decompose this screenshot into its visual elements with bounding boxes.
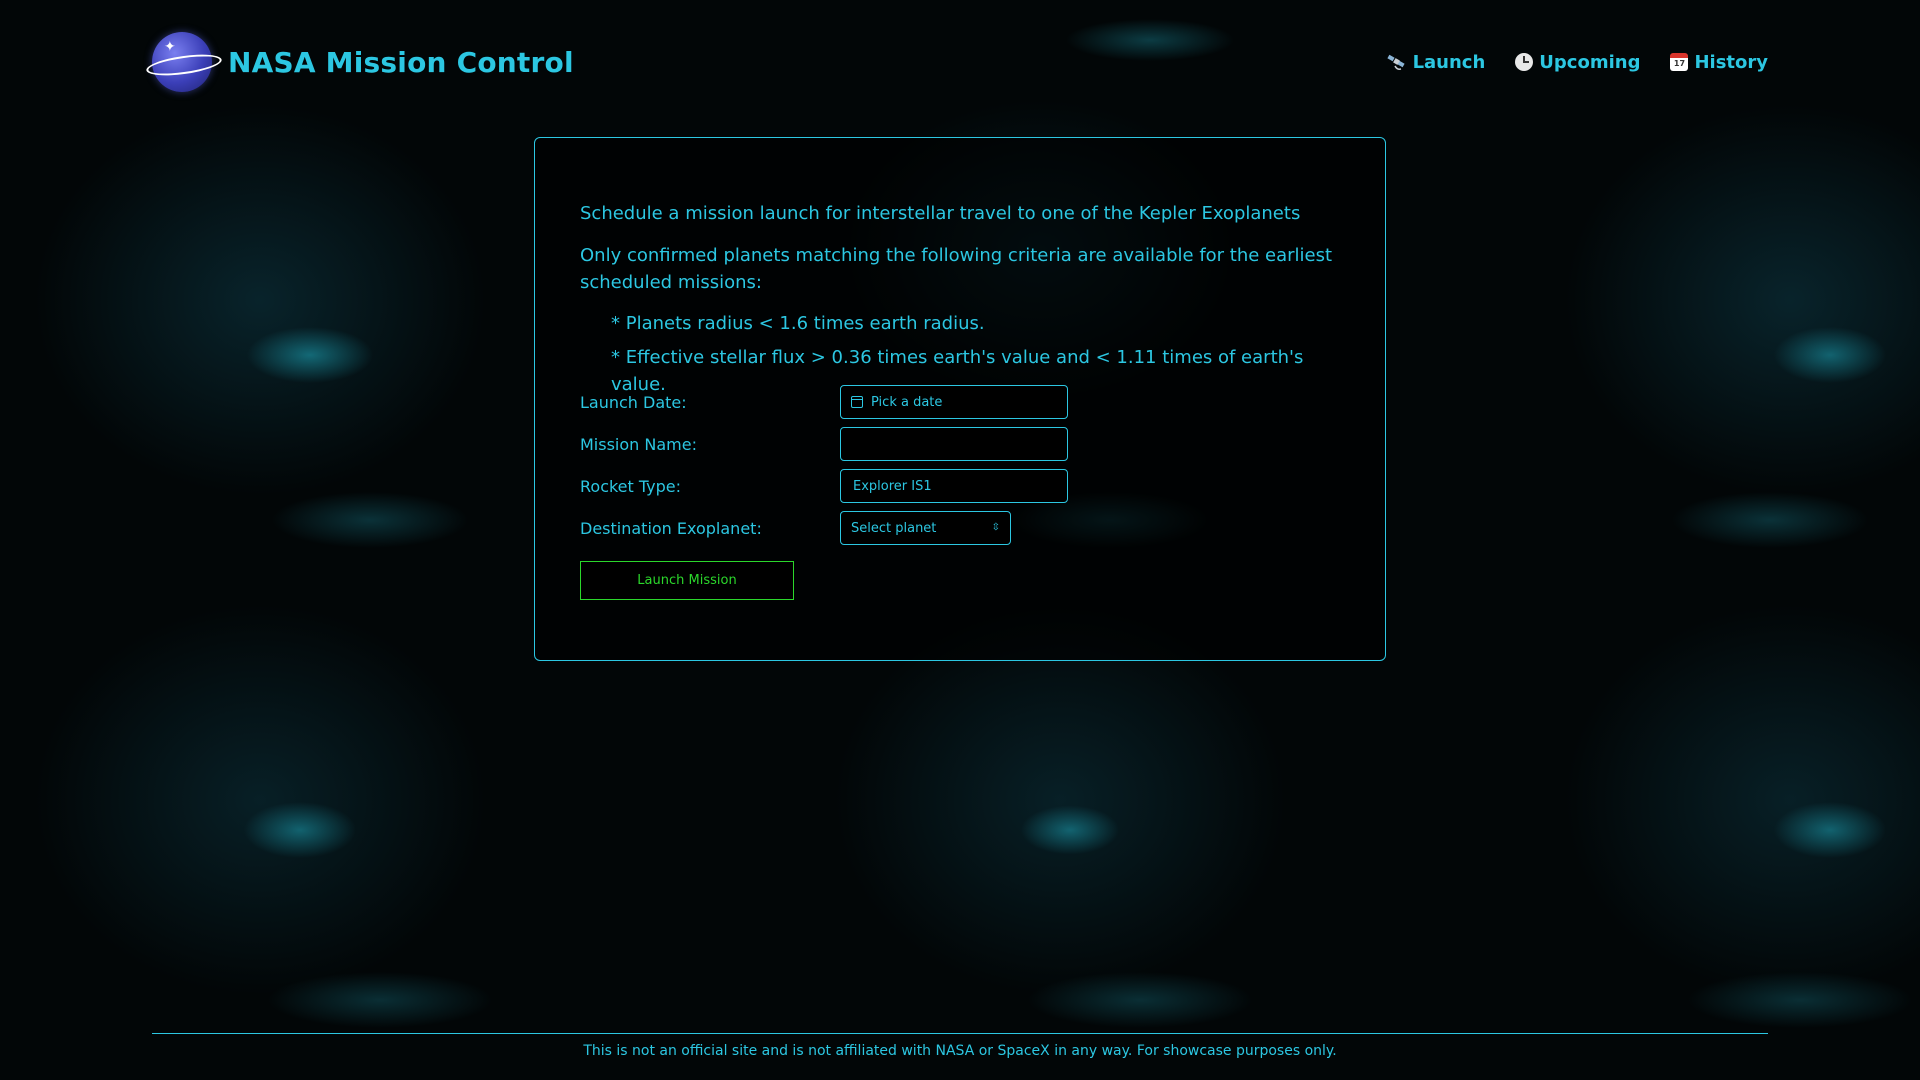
mission-name-row: Mission Name: xyxy=(580,427,1080,461)
footer-disclaimer: This is not an official site and is not … xyxy=(583,1043,1337,1059)
nav-launch[interactable]: Launch xyxy=(1386,51,1486,73)
nav-upcoming[interactable]: Upcoming xyxy=(1515,52,1640,73)
calendar-icon: 17 xyxy=(1670,53,1689,71)
launch-form-panel: Schedule a mission launch for interstell… xyxy=(534,137,1386,661)
launch-date-picker[interactable]: Pick a date xyxy=(840,385,1068,419)
app-title: NASA Mission Control xyxy=(228,45,574,79)
rocket-type-input[interactable] xyxy=(851,477,1057,495)
launch-form: Launch Date: Pick a date Mission Name: R… xyxy=(580,385,1080,553)
nav-history[interactable]: 17 History xyxy=(1670,52,1768,73)
destination-selected-value: Select planet xyxy=(851,520,937,536)
destination-select[interactable]: Select planet ⇳ xyxy=(840,511,1011,545)
intro-text: Schedule a mission launch for interstell… xyxy=(580,200,1350,405)
criteria-item: * Planets radius < 1.6 times earth radiu… xyxy=(611,313,985,334)
rocket-type-label: Rocket Type: xyxy=(580,476,682,496)
header: ✦ NASA Mission Control Launch Upcoming 1… xyxy=(145,30,1768,94)
launch-date-label: Launch Date: xyxy=(580,392,687,412)
mission-name-field-wrapper xyxy=(840,427,1068,461)
mission-name-input[interactable] xyxy=(851,435,1057,453)
destination-label: Destination Exoplanet: xyxy=(580,518,762,538)
nav-launch-label: Launch xyxy=(1412,51,1486,73)
nav-upcoming-label: Upcoming xyxy=(1539,51,1641,73)
satellite-icon xyxy=(1386,53,1407,71)
calendar-icon xyxy=(851,396,863,408)
chevron-updown-icon: ⇳ xyxy=(991,522,1000,533)
clock-icon xyxy=(1515,53,1534,71)
brand[interactable]: ✦ NASA Mission Control xyxy=(145,32,574,92)
launch-date-row: Launch Date: Pick a date xyxy=(580,385,1080,419)
rocket-type-field-wrapper xyxy=(840,469,1068,503)
launch-mission-button[interactable]: Launch Mission xyxy=(580,561,794,600)
launch-date-placeholder: Pick a date xyxy=(871,394,943,410)
mission-name-label: Mission Name: xyxy=(580,434,697,454)
intro-line-1: Schedule a mission launch for interstell… xyxy=(580,203,1301,224)
destination-row: Destination Exoplanet: Select planet ⇳ xyxy=(580,511,1080,545)
intro-line-2: Only confirmed planets matching the foll… xyxy=(580,245,1333,293)
footer-divider xyxy=(152,1033,1768,1034)
planet-logo-icon: ✦ xyxy=(145,32,223,92)
nav-history-label: History xyxy=(1694,51,1768,73)
main-nav: Launch Upcoming 17 History xyxy=(1386,51,1768,73)
rocket-type-row: Rocket Type: xyxy=(580,469,1080,503)
